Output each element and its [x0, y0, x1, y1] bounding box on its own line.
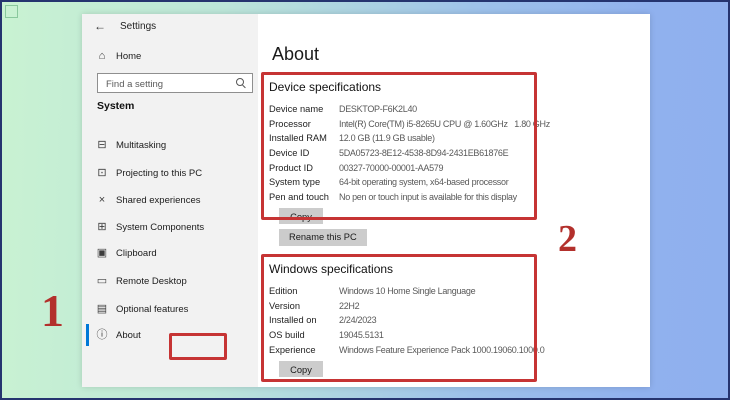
spec-value: DESKTOP-F6K2L40 — [339, 104, 417, 114]
copy-windows-specs-button[interactable]: Copy — [279, 361, 323, 377]
about-icon: ⓘ — [94, 325, 110, 345]
main-content: About Device specifications Device name … — [258, 14, 650, 387]
spec-row: Installed on 2/24/2023 — [269, 313, 537, 328]
spec-label: Device ID — [269, 148, 339, 158]
spec-value: No pen or touch input is available for t… — [339, 192, 517, 202]
remote-desktop-icon: ▭ — [94, 271, 110, 291]
spec-row: Device ID 5DA05723-8E12-4538-8D94-2431EB… — [269, 146, 537, 161]
windows-specs-heading: Windows specifications — [269, 262, 537, 276]
titlebar: ← Settings — [82, 18, 258, 36]
spec-label: Product ID — [269, 163, 339, 173]
spec-value: 5DA05723-8E12-4538-8D94-2431EB61876E — [339, 148, 508, 158]
selected-item-accent-bar — [86, 324, 89, 346]
sidebar-item-clipboard[interactable]: ▣ Clipboard — [82, 243, 258, 263]
spec-label: Device name — [269, 104, 339, 114]
spec-value: 22H2 — [339, 301, 359, 311]
sidebar-item-label: Clipboard — [116, 248, 157, 259]
spec-row: Installed RAM 12.0 GB (11.9 GB usable) — [269, 131, 537, 146]
clipboard-icon: ▣ — [94, 243, 110, 263]
sidebar: ← Settings ⌂ Home System ⊟ Multitasking … — [82, 14, 258, 387]
device-specifications-section: Device specifications Device name DESKTO… — [261, 72, 537, 220]
sidebar-item-label: Multitasking — [116, 140, 166, 151]
spec-row: Processor Intel(R) Core(TM) i5-8265U CPU… — [269, 117, 537, 132]
spec-label: OS build — [269, 330, 339, 340]
system-components-icon: ⊞ — [94, 217, 110, 237]
windows-specs-rows: Edition Windows 10 Home Single Language … — [269, 284, 537, 357]
spec-label: Installed RAM — [269, 133, 339, 143]
sidebar-item-label: Projecting to this PC — [116, 168, 202, 179]
spec-value: 2/24/2023 — [339, 315, 376, 325]
sidebar-item-projecting[interactable]: ⊡ Projecting to this PC — [82, 163, 258, 183]
sidebar-item-label: Remote Desktop — [116, 276, 187, 287]
spec-row: Experience Windows Feature Experience Pa… — [269, 342, 537, 357]
annotation-number-1: 1 — [41, 288, 64, 334]
rename-pc-button[interactable]: Rename this PC — [279, 229, 367, 246]
spec-label: Experience — [269, 345, 339, 355]
sidebar-item-multitasking[interactable]: ⊟ Multitasking — [82, 135, 258, 155]
search-box — [97, 73, 253, 93]
sidebar-item-label: About — [116, 330, 141, 341]
annotation-number-2: 2 — [558, 220, 577, 258]
corner-logo-mark — [5, 5, 18, 18]
spec-label: Pen and touch — [269, 192, 339, 202]
projecting-icon: ⊡ — [94, 163, 110, 183]
sidebar-item-label: Shared experiences — [116, 195, 201, 206]
sidebar-item-label: Optional features — [116, 304, 188, 315]
spec-value: 19045.5131 — [339, 330, 384, 340]
sidebar-item-shared-experiences[interactable]: × Shared experiences — [82, 190, 258, 210]
windows-specifications-section: Windows specifications Edition Windows 1… — [261, 254, 537, 382]
sidebar-item-label: System Components — [116, 222, 204, 233]
spec-label: Version — [269, 301, 339, 311]
search-input[interactable] — [104, 75, 236, 93]
sidebar-item-optional-features[interactable]: ▤ Optional features — [82, 299, 258, 319]
optional-features-icon: ▤ — [94, 299, 110, 319]
multitasking-icon: ⊟ — [94, 135, 110, 155]
settings-window: ← Settings ⌂ Home System ⊟ Multitasking … — [82, 14, 650, 387]
spec-label: Installed on — [269, 315, 339, 325]
spec-value: 64-bit operating system, x64-based proce… — [339, 177, 508, 187]
page-title: About — [272, 44, 319, 65]
device-specs-heading: Device specifications — [269, 80, 537, 94]
back-arrow-icon[interactable]: ← — [94, 19, 106, 33]
sidebar-item-remote-desktop[interactable]: ▭ Remote Desktop — [82, 271, 258, 291]
window-title: Settings — [120, 21, 156, 32]
spec-value: Intel(R) Core(TM) i5-8265U CPU @ 1.60GHz… — [339, 119, 550, 129]
spec-label: Edition — [269, 286, 339, 296]
home-icon: ⌂ — [94, 46, 110, 66]
spec-value: Windows 10 Home Single Language — [339, 286, 475, 296]
spec-row: Pen and touch No pen or touch input is a… — [269, 190, 537, 205]
copy-device-specs-button[interactable]: Copy — [279, 208, 323, 224]
device-specs-rows: Device name DESKTOP-F6K2L40 Processor In… — [269, 102, 537, 204]
sidebar-item-about[interactable]: ⓘ About — [82, 325, 258, 345]
spec-row: Device name DESKTOP-F6K2L40 — [269, 102, 537, 117]
spec-value: 00327-70000-00001-AA579 — [339, 163, 443, 173]
search-icon — [236, 78, 244, 86]
spec-value: Windows Feature Experience Pack 1000.190… — [339, 345, 544, 355]
spec-row: Version 22H2 — [269, 299, 537, 314]
sidebar-section-header: System — [97, 100, 134, 112]
spec-row: Edition Windows 10 Home Single Language — [269, 284, 537, 299]
spec-row: OS build 19045.5131 — [269, 328, 537, 343]
sidebar-item-home[interactable]: ⌂ Home — [82, 46, 258, 66]
sidebar-item-system-components[interactable]: ⊞ System Components — [82, 217, 258, 237]
sidebar-item-label: Home — [116, 51, 141, 62]
spec-label: Processor — [269, 119, 339, 129]
spec-row: System type 64-bit operating system, x64… — [269, 175, 537, 190]
shared-experiences-icon: × — [94, 190, 110, 210]
screenshot-canvas: ← Settings ⌂ Home System ⊟ Multitasking … — [0, 0, 730, 400]
spec-label: System type — [269, 177, 339, 187]
spec-row: Product ID 00327-70000-00001-AA579 — [269, 160, 537, 175]
spec-value: 12.0 GB (11.9 GB usable) — [339, 133, 435, 143]
